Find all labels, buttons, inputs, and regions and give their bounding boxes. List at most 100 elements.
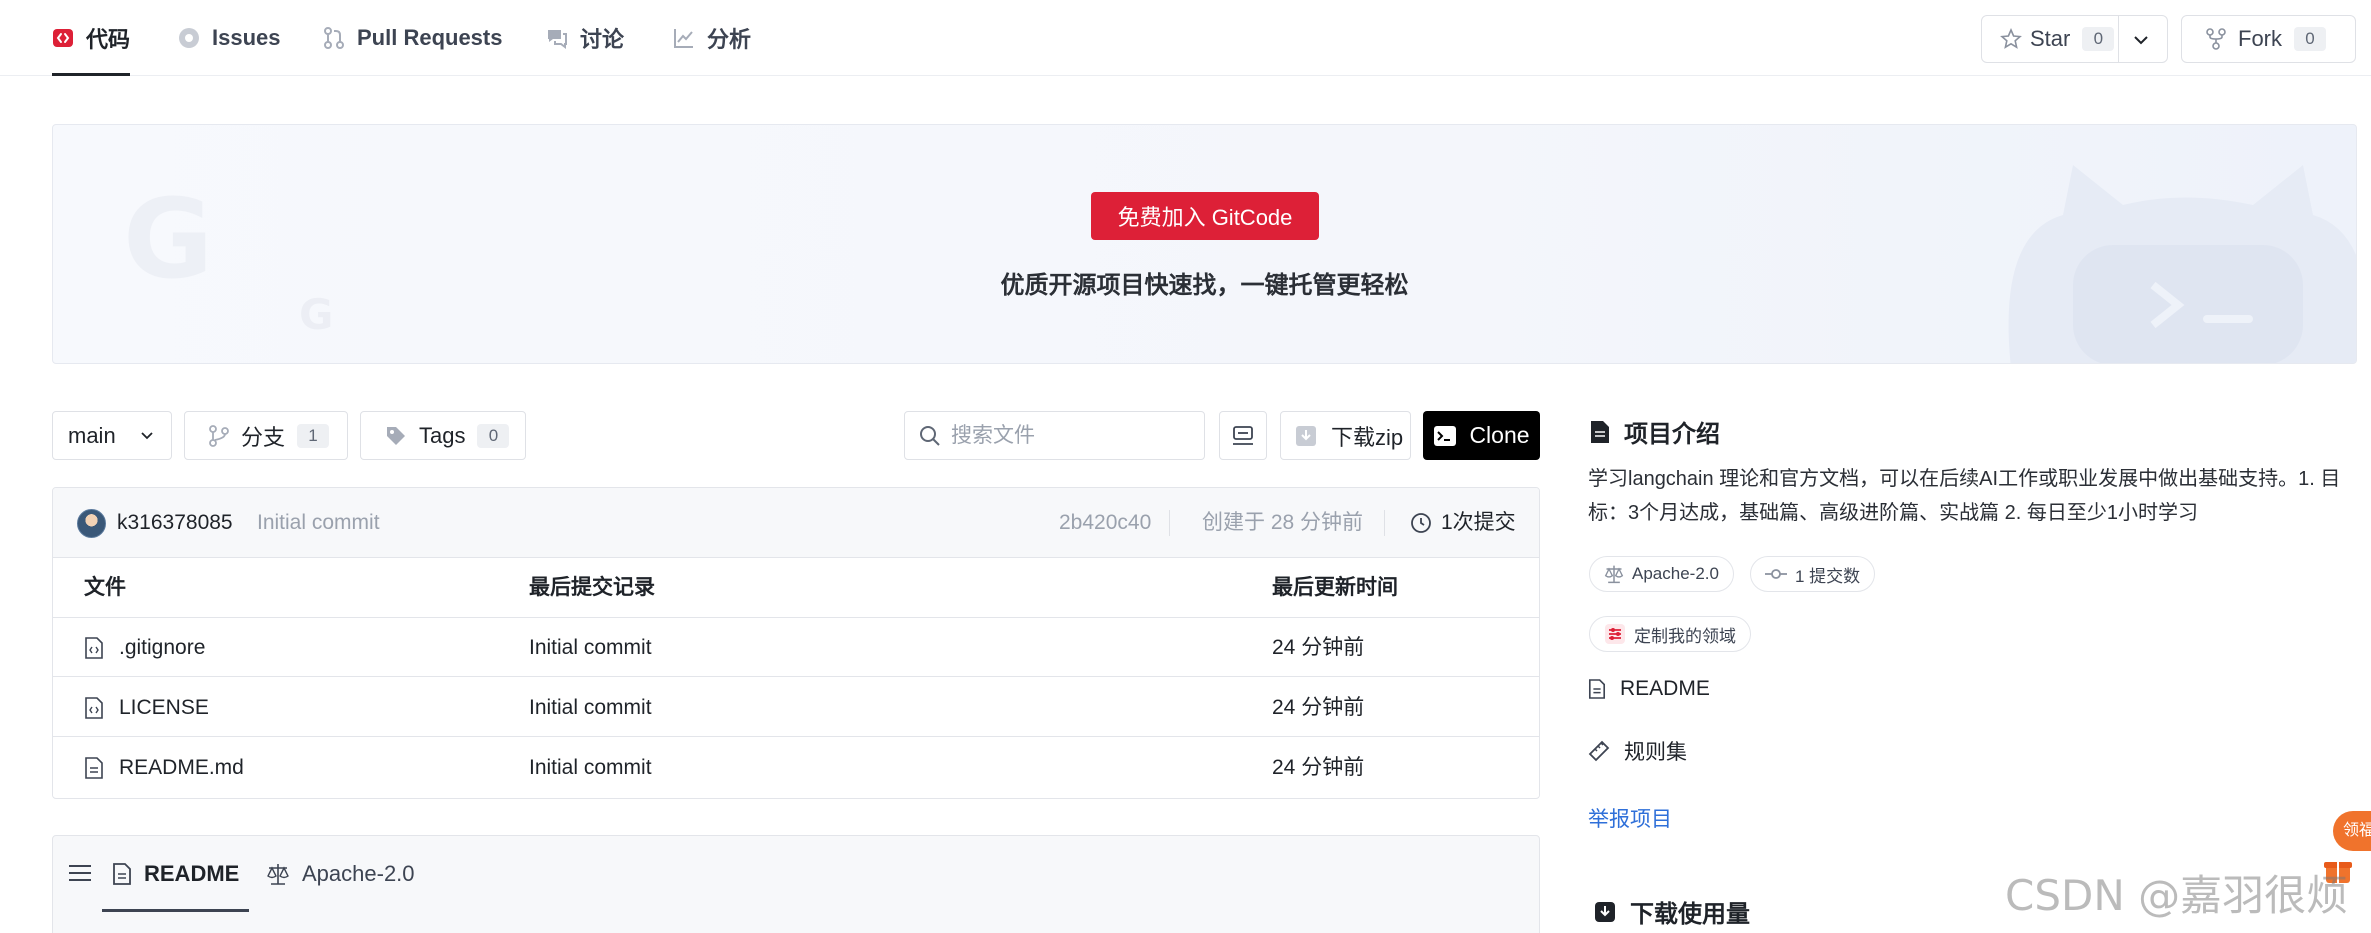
downloads-title: 下载使用量 xyxy=(1594,894,1750,929)
star-label: Star xyxy=(2030,26,2071,51)
tab-discussion[interactable]: 讨论 xyxy=(546,0,624,76)
document-icon xyxy=(1588,679,1606,699)
document-icon xyxy=(1591,420,1609,443)
col-file: 文件 xyxy=(84,576,126,599)
download-zip-label: 下载zip xyxy=(1331,424,1404,450)
branch-selector[interactable]: main xyxy=(52,411,172,460)
readme-panel: README Apache-2.0 xyxy=(52,835,1540,933)
search-input[interactable] xyxy=(951,423,1181,448)
tag-icon xyxy=(387,426,405,445)
download-icon xyxy=(1595,901,1615,922)
menu-icon[interactable] xyxy=(68,863,92,883)
divider xyxy=(1384,510,1385,536)
fork-count: 0 xyxy=(2294,27,2326,51)
fork-button[interactable]: Fork 0 xyxy=(2181,15,2356,63)
floating-promo-badge[interactable]: 领福 xyxy=(2333,811,2371,851)
web-ide-button[interactable] xyxy=(1219,411,1267,460)
sidebar-rules-link[interactable]: 规则集 xyxy=(1588,736,1687,766)
tab-code-label: 代码 xyxy=(86,27,131,52)
tab-readme[interactable]: README xyxy=(102,836,250,912)
file-commit[interactable]: Initial commit xyxy=(529,738,652,797)
tags-label: Tags xyxy=(419,422,466,448)
banner-tagline: 优质开源项目快速找，一键托管更轻松 xyxy=(1000,272,1409,299)
tab-pull-requests-label: Pull Requests xyxy=(357,25,503,50)
star-divider xyxy=(2118,16,2119,62)
tab-discussion-label: 讨论 xyxy=(580,27,625,52)
file-search xyxy=(904,411,1205,460)
project-intro-title: 项目介绍 xyxy=(1590,414,1720,449)
star-icon xyxy=(2000,28,2022,49)
scale-icon xyxy=(1604,565,1624,584)
latest-commit-bar: k316378085 Initial commit 2b420c40 创建于 2… xyxy=(53,488,1539,558)
tab-analytics-label: 分析 xyxy=(707,27,752,52)
commit-count-link[interactable]: 1次提交 xyxy=(1441,488,1516,558)
tab-code[interactable]: 代码 xyxy=(52,0,131,76)
branch-name: main xyxy=(68,422,116,448)
ruler-icon xyxy=(1588,740,1610,762)
customize-domain-chip[interactable]: 定制我的领域 xyxy=(1589,616,1751,652)
sidebar-readme-link[interactable]: README xyxy=(1588,677,1710,701)
file-name[interactable]: .gitignore xyxy=(119,618,205,677)
file-commit[interactable]: Initial commit xyxy=(529,678,652,737)
branches-button[interactable]: 分支 1 xyxy=(184,411,348,460)
tags-button[interactable]: Tags 0 xyxy=(360,411,526,460)
tab-license[interactable]: Apache-2.0 xyxy=(266,836,415,912)
tab-issues[interactable]: Issues xyxy=(178,0,281,76)
branches-count: 1 xyxy=(297,423,330,448)
table-row[interactable]: .gitignore Initial commit 24 分钟前 xyxy=(53,618,1539,677)
discussion-icon xyxy=(548,30,567,49)
commit-created-time: 创建于 28 分钟前 xyxy=(1202,511,1364,534)
tab-issues-label: Issues xyxy=(212,25,281,50)
license-chip[interactable]: Apache-2.0 xyxy=(1589,556,1734,592)
sliders-icon xyxy=(1605,624,1625,644)
commit-icon xyxy=(1765,569,1787,579)
issue-icon xyxy=(179,28,199,48)
tab-analytics[interactable]: 分析 xyxy=(673,0,751,76)
commit-author[interactable]: k316378085 xyxy=(117,488,233,558)
star-count: 0 xyxy=(2082,27,2115,51)
file-time: 24 分钟前 xyxy=(1272,756,1365,779)
pull-request-icon xyxy=(324,27,344,49)
document-file-icon xyxy=(85,757,103,779)
sidebar-readme-label: README xyxy=(1620,677,1710,700)
tab-readme-label: README xyxy=(144,861,240,886)
chevron-down-icon xyxy=(141,432,153,440)
tab-license-label: Apache-2.0 xyxy=(302,861,415,886)
scale-icon xyxy=(267,864,289,885)
tags-count: 0 xyxy=(477,423,510,448)
commit-hash[interactable]: 2b420c40 xyxy=(1059,488,1151,558)
avatar[interactable] xyxy=(77,509,106,538)
file-name[interactable]: LICENSE xyxy=(119,678,209,737)
join-banner: G G 免费加入 GitCode 优质开源项目快速找，一键托管更轻松 xyxy=(52,124,2357,364)
table-row[interactable]: README.md Initial commit 24 分钟前 xyxy=(53,738,1539,797)
analytics-icon xyxy=(674,29,693,48)
branch-icon xyxy=(209,424,229,447)
col-last-commit: 最后提交记录 xyxy=(529,576,655,599)
repo-nav-bar: 代码 Issues Pull Requests 讨论 分析 Star 0 For… xyxy=(0,0,2371,76)
chevron-down-icon[interactable] xyxy=(2132,31,2150,49)
clock-icon xyxy=(1411,513,1431,533)
customize-domain-label: 定制我的领域 xyxy=(1634,626,1736,646)
terminal-box-icon xyxy=(1233,425,1253,445)
code-icon xyxy=(53,29,73,47)
join-gitcode-button[interactable]: 免费加入 GitCode xyxy=(1091,192,1319,240)
report-project-link[interactable]: 举报项目 xyxy=(1588,803,1672,833)
file-table-body: .gitignore Initial commit 24 分钟前 LICENSE… xyxy=(53,618,1539,798)
download-zip-button[interactable]: 下载zip xyxy=(1280,411,1411,460)
star-button[interactable]: Star 0 xyxy=(1981,15,2168,63)
commits-chip[interactable]: 1 提交数 xyxy=(1750,556,1876,592)
project-description: 学习langchain 理论和官方文档，可以在后续AI工作或职业发展中做出基础支… xyxy=(1588,468,2341,524)
commits-chip-label: 1 提交数 xyxy=(1795,566,1861,586)
tab-pull-requests[interactable]: Pull Requests xyxy=(323,0,502,76)
clone-button[interactable]: Clone xyxy=(1423,411,1540,460)
fork-icon xyxy=(2206,28,2226,50)
project-intro-label: 项目介绍 xyxy=(1624,421,1720,448)
file-name[interactable]: README.md xyxy=(119,738,244,797)
fork-label: Fork xyxy=(2238,26,2282,51)
table-row[interactable]: LICENSE Initial commit 24 分钟前 xyxy=(53,678,1539,737)
clone-label: Clone xyxy=(1469,422,1530,448)
license-chip-label: Apache-2.0 xyxy=(1632,564,1719,583)
code-file-icon xyxy=(85,697,103,719)
file-commit[interactable]: Initial commit xyxy=(529,618,652,677)
commit-message[interactable]: Initial commit xyxy=(257,488,380,558)
